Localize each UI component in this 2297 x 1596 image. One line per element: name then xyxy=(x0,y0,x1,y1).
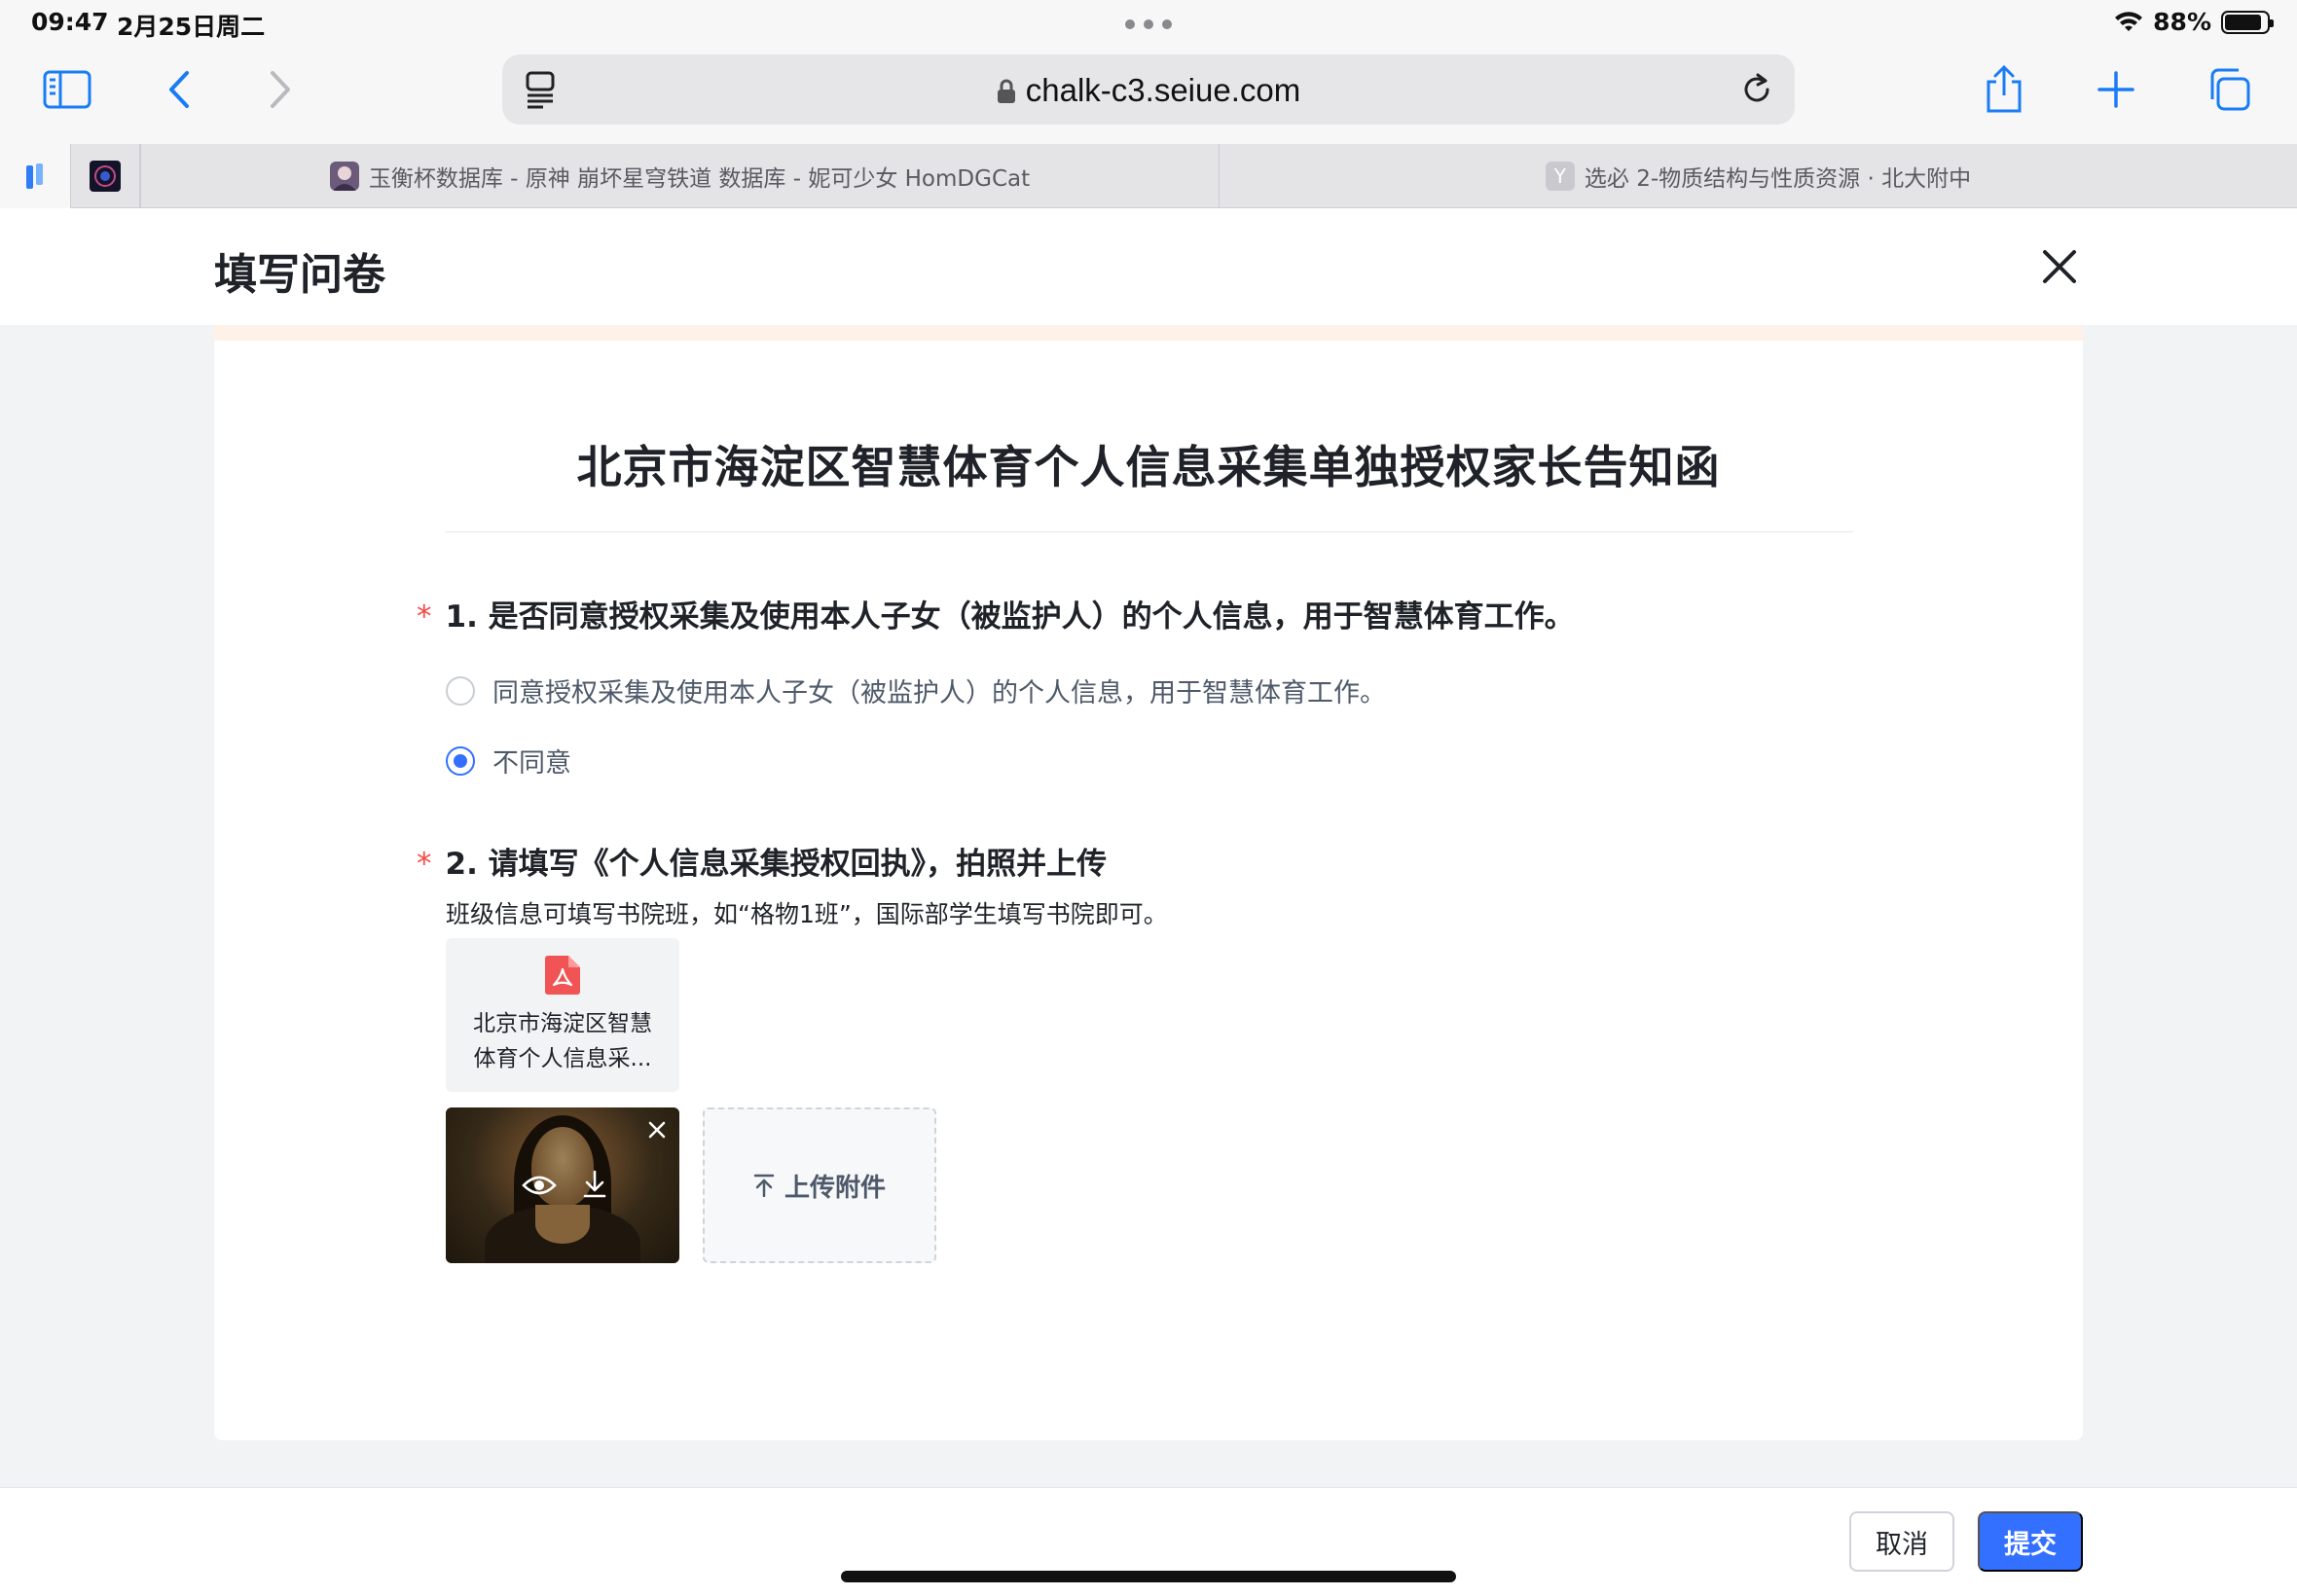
upload-label: 上传附件 xyxy=(784,1173,886,1203)
forward-button[interactable] xyxy=(261,68,300,111)
title-divider xyxy=(446,531,1853,532)
anime-avatar-icon xyxy=(329,162,359,191)
remove-image-icon[interactable] xyxy=(648,1121,666,1139)
tab-bar: 玉衡杯数据库 - 原神 崩坏星穹铁道 数据库 - 妮可少女 HomDGCat Y… xyxy=(0,144,2297,208)
upload-attachment-button[interactable]: 上传附件 xyxy=(703,1107,936,1263)
game-logo-icon xyxy=(90,161,121,192)
tab-homdgcat[interactable]: 玉衡杯数据库 - 原神 崩坏星穹铁道 数据库 - 妮可少女 HomDGCat xyxy=(140,144,1219,208)
status-date: 2月25日周二 xyxy=(117,13,266,41)
modal-title: 填写问卷 xyxy=(214,250,385,300)
radio-unchecked[interactable] xyxy=(446,675,475,706)
pinned-tab-2[interactable] xyxy=(70,144,140,208)
question-1-label: * 1. 是否同意授权采集及使用本人子女（被监护人）的个人信息，用于智慧体育工作。 xyxy=(417,592,1575,635)
url-text: chalk-c3.seiue.com xyxy=(1025,72,1301,108)
tab-title: 玉衡杯数据库 - 原神 崩坏星穹铁道 数据库 - 妮可少女 HomDGCat xyxy=(368,166,1031,192)
pinned-tab-1[interactable] xyxy=(0,144,70,208)
close-icon[interactable] xyxy=(2040,247,2079,286)
home-indicator[interactable] xyxy=(841,1571,1456,1582)
battery-icon xyxy=(2221,10,2274,34)
cancel-button[interactable]: 取消 xyxy=(1849,1511,1954,1572)
modal-header: 填写问卷 xyxy=(0,208,2297,325)
battery-percent: 88% xyxy=(2153,8,2211,36)
form-title: 北京市海淀区智慧体育个人信息采集单独授权家长告知函 xyxy=(576,441,1721,493)
option-label: 不同意 xyxy=(492,748,571,779)
uploaded-image-thumbnail[interactable] xyxy=(446,1107,679,1263)
chevron-left-icon xyxy=(169,71,189,108)
tabs-icon xyxy=(2210,68,2250,111)
app-logo-icon xyxy=(26,163,43,189)
share-icon xyxy=(1987,64,2022,113)
reload-icon[interactable] xyxy=(1738,70,1775,109)
sidebar-icon xyxy=(43,70,91,109)
multitasking-dots[interactable] xyxy=(1125,19,1172,29)
chevron-right-icon xyxy=(271,71,290,108)
share-button[interactable] xyxy=(1982,62,2026,117)
question-2-hint: 班级信息可填写书院班，如“格物1班”，国际部学生填写书院即可。 xyxy=(446,900,1168,928)
attachment-file-card[interactable]: 北京市海淀区智慧体育个人信息采... xyxy=(446,938,679,1092)
tab-title: 选必 2-物质结构与性质资源 · 北大附中 xyxy=(1584,166,1972,192)
q1-option-disagree[interactable]: 不同意 xyxy=(446,742,571,780)
tab-overview-button[interactable] xyxy=(2206,66,2252,113)
pdf-icon xyxy=(545,956,580,995)
y-letter-icon: Y xyxy=(1545,162,1575,191)
card-top-band xyxy=(214,325,2083,341)
attachment-file-name: 北京市海淀区智慧体育个人信息采... xyxy=(473,1011,652,1071)
lock-icon xyxy=(997,79,1015,103)
radio-checked[interactable] xyxy=(446,745,475,776)
plus-icon xyxy=(2097,71,2134,108)
preview-eye-icon[interactable] xyxy=(522,1174,557,1197)
required-mark: * xyxy=(417,847,432,882)
question-2-label: * 2. 请填写《个人信息采集授权回执》，拍照并上传 xyxy=(417,839,1107,883)
sidebar-toggle-button[interactable] xyxy=(43,68,91,111)
upload-arrow-icon xyxy=(753,1174,775,1197)
option-label: 同意授权采集及使用本人子女（被监护人）的个人信息，用于智慧体育工作。 xyxy=(492,678,1386,708)
address-bar[interactable]: chalk-c3.seiue.com xyxy=(502,54,1795,125)
status-bar: 09:47 2月25日周二 88% xyxy=(0,0,2297,47)
url-text-wrap[interactable]: chalk-c3.seiue.com xyxy=(502,72,1795,109)
required-mark: * xyxy=(417,599,432,635)
new-tab-button[interactable] xyxy=(2095,68,2137,111)
question-2-text: 2. 请填写《个人信息采集授权回执》，拍照并上传 xyxy=(445,847,1108,882)
wifi-icon xyxy=(2115,11,2143,31)
question-1-text: 1. 是否同意授权采集及使用本人子女（被监护人）的个人信息，用于智慧体育工作。 xyxy=(445,599,1575,635)
back-button[interactable] xyxy=(160,68,199,111)
status-time: 09:47 xyxy=(31,8,109,36)
submit-button[interactable]: 提交 xyxy=(1978,1511,2083,1572)
browser-toolbar: chalk-c3.seiue.com xyxy=(0,47,2297,144)
q1-option-agree[interactable]: 同意授权采集及使用本人子女（被监护人）的个人信息，用于智慧体育工作。 xyxy=(446,671,1386,709)
form-card: 北京市海淀区智慧体育个人信息采集单独授权家长告知函 * 1. 是否同意授权采集及使… xyxy=(214,325,2083,1440)
tab-bdfz[interactable]: Y 选必 2-物质结构与性质资源 · 北大附中 xyxy=(1219,144,2297,208)
download-icon[interactable] xyxy=(582,1170,607,1199)
